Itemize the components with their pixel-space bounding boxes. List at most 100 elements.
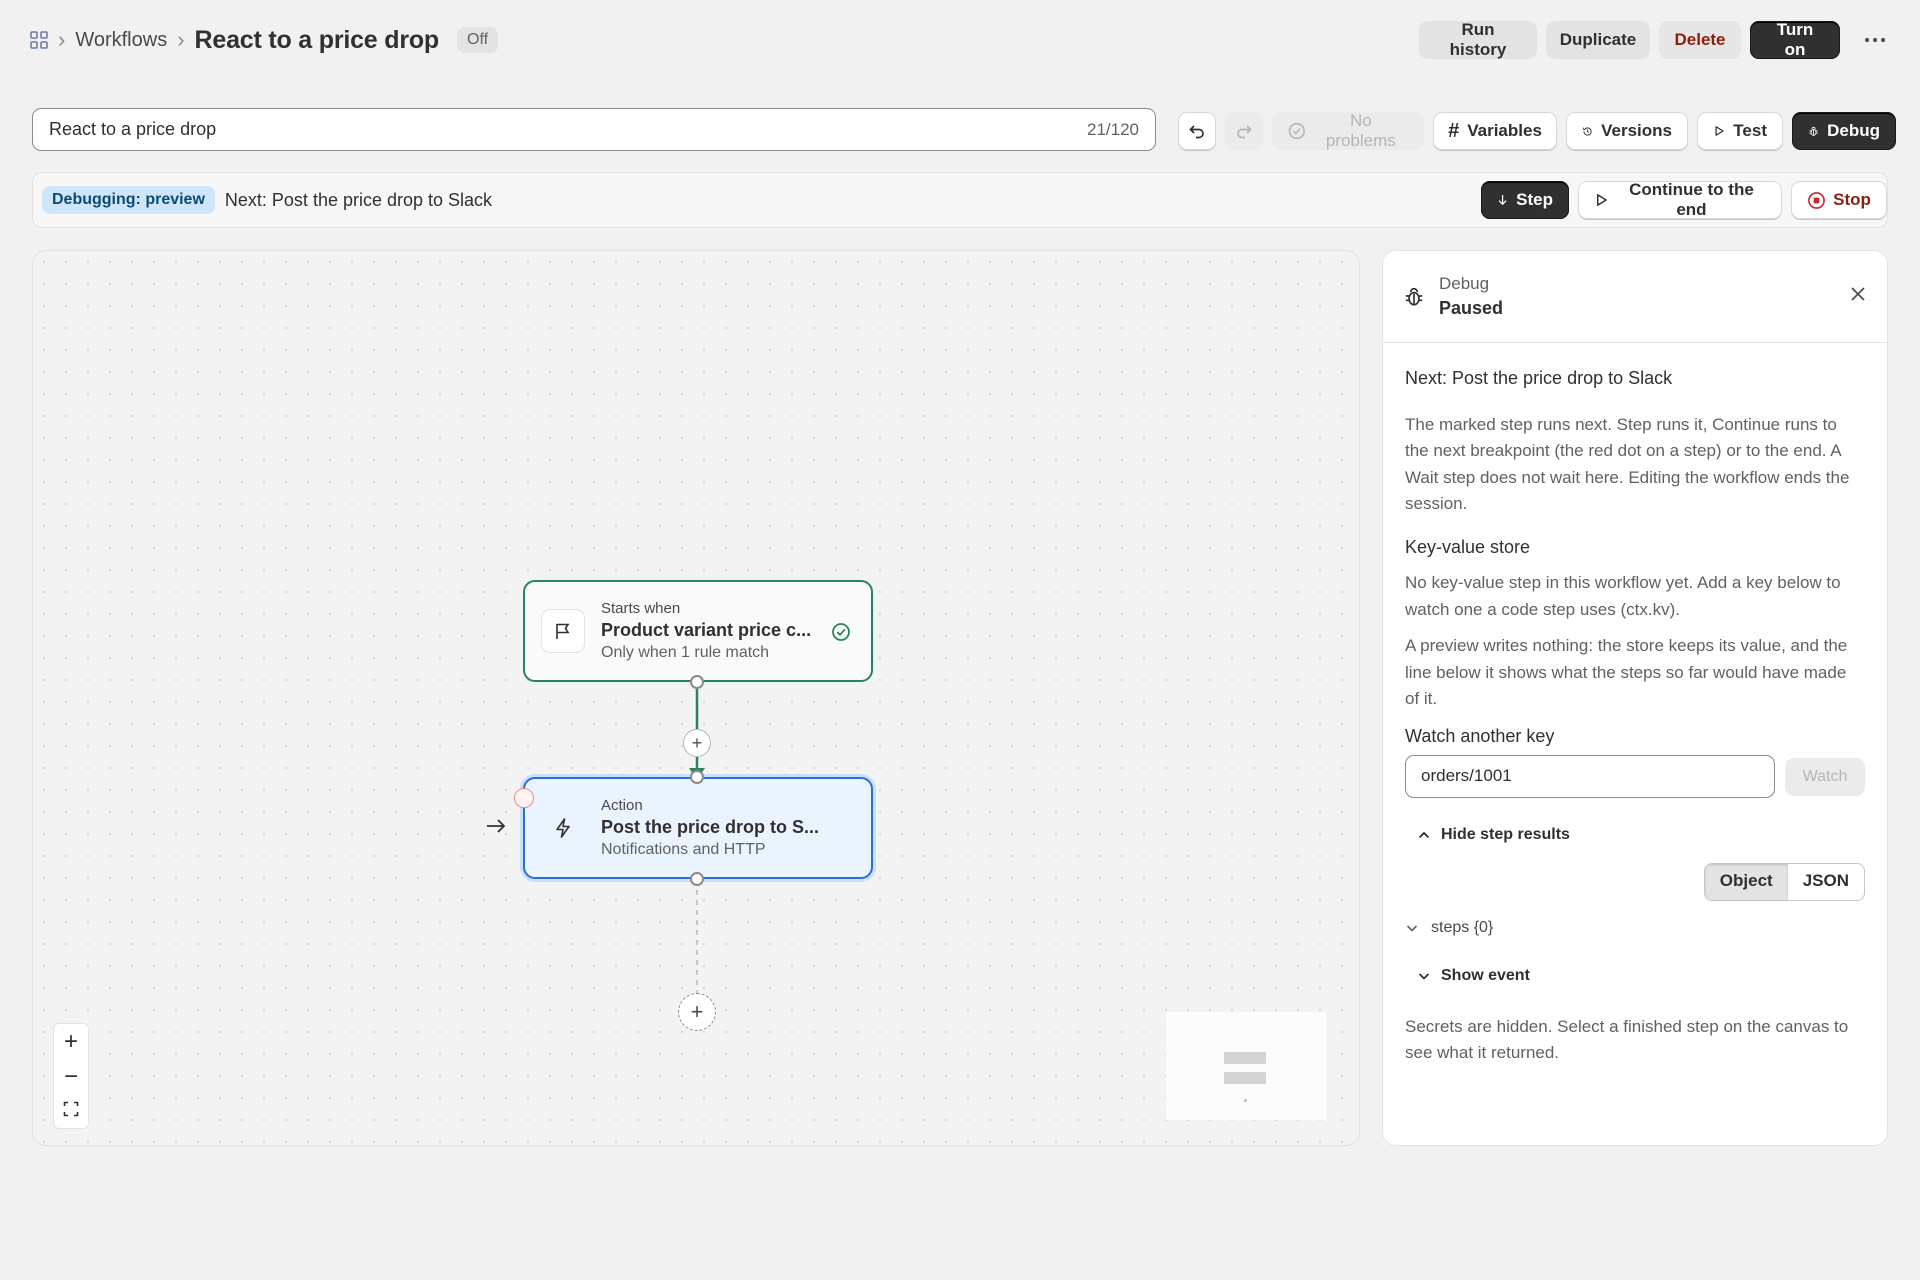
minimap[interactable] bbox=[1166, 1012, 1326, 1120]
plus-icon: + bbox=[691, 732, 703, 753]
arrow-down-icon bbox=[1498, 195, 1507, 206]
watch-button[interactable]: Watch bbox=[1785, 757, 1865, 796]
duplicate-button[interactable]: Duplicate bbox=[1546, 21, 1650, 59]
steps-tree-node[interactable]: steps {0} bbox=[1405, 915, 1865, 942]
play-icon bbox=[1596, 194, 1607, 206]
panel-explanation: The marked step runs next. Step runs it,… bbox=[1405, 414, 1850, 514]
object-view-tab[interactable]: Object bbox=[1704, 863, 1788, 900]
show-event-label: Show event bbox=[1441, 967, 1530, 984]
workflow-canvas[interactable]: Starts when Product variant price c... O… bbox=[32, 250, 1360, 1146]
kv-preview-text: A preview writes nothing: the store keep… bbox=[1405, 636, 1848, 708]
turn-on-button[interactable]: Turn on bbox=[1750, 20, 1840, 59]
step-button[interactable]: Step bbox=[1481, 181, 1569, 219]
flag-icon bbox=[541, 609, 585, 653]
close-panel-button[interactable] bbox=[1849, 285, 1867, 308]
continue-label: Continue to the end bbox=[1629, 180, 1754, 219]
panel-footer-note: Secrets are hidden. Select a finished st… bbox=[1405, 1016, 1849, 1063]
character-count: 21/120 bbox=[1087, 119, 1139, 139]
action-kicker: Action bbox=[601, 797, 643, 814]
watch-key-input[interactable]: orders/1001 bbox=[1405, 755, 1775, 798]
variables-button[interactable]: # Variables bbox=[1433, 112, 1557, 150]
next-step-text: Next: Post the price drop to Slack bbox=[224, 189, 493, 210]
stop-button[interactable]: Stop bbox=[1791, 181, 1887, 219]
success-check-icon bbox=[831, 622, 851, 647]
page-title: React to a price drop bbox=[194, 25, 440, 54]
chevron-down-icon bbox=[1418, 973, 1430, 981]
debug-controls: Step Continue to the end Stop bbox=[1481, 180, 1887, 219]
debug-button[interactable]: Debug bbox=[1792, 112, 1896, 150]
play-icon bbox=[1715, 126, 1724, 136]
steps-tree-label: steps {0} bbox=[1431, 918, 1494, 936]
trigger-title: Product variant price c... bbox=[601, 620, 812, 640]
debug-status: Paused bbox=[1439, 298, 1504, 318]
json-view-tab[interactable]: JSON bbox=[1788, 864, 1864, 900]
hash-icon: # bbox=[1448, 119, 1460, 142]
zoom-in-button[interactable]: + bbox=[64, 1029, 78, 1054]
bug-icon bbox=[1405, 287, 1423, 306]
workflows-app-icon[interactable] bbox=[30, 31, 48, 49]
ellipsis-icon bbox=[1865, 38, 1885, 42]
panel-label: Debug bbox=[1439, 274, 1490, 293]
show-event-toggle[interactable]: Show event bbox=[1417, 963, 1865, 990]
action-node[interactable]: Action Post the price drop to S... Notif… bbox=[523, 777, 873, 879]
lightning-icon bbox=[541, 806, 585, 850]
trigger-output-port[interactable] bbox=[690, 675, 704, 689]
fit-view-button[interactable] bbox=[63, 1101, 79, 1122]
chevron-up-icon bbox=[1418, 831, 1430, 839]
undo-icon bbox=[1189, 125, 1204, 139]
delete-button[interactable]: Delete bbox=[1659, 21, 1741, 59]
breakpoint-dot[interactable] bbox=[514, 788, 534, 808]
trigger-subtitle: Only when 1 rule match bbox=[601, 644, 770, 661]
status-badge: Off bbox=[457, 27, 499, 53]
zoom-controls: + − bbox=[53, 1023, 89, 1129]
history-icon bbox=[1583, 126, 1592, 136]
check-circle-icon bbox=[1288, 122, 1305, 140]
no-problems-button[interactable]: No problems bbox=[1272, 111, 1424, 150]
variables-label: Variables bbox=[1467, 121, 1542, 140]
kv-heading: Key-value store bbox=[1405, 536, 1531, 557]
stop-label: Stop bbox=[1833, 190, 1871, 209]
watch-label: Watch another key bbox=[1405, 725, 1555, 746]
redo-button[interactable] bbox=[1225, 112, 1263, 150]
trigger-node[interactable]: Starts when Product variant price c... O… bbox=[523, 580, 873, 682]
action-title: Post the price drop to S... bbox=[601, 817, 820, 837]
step-label: Step bbox=[1516, 190, 1553, 209]
hide-step-results-label: Hide step results bbox=[1441, 826, 1570, 843]
chevron-right-icon: › bbox=[177, 27, 185, 52]
run-history-button[interactable]: Run history bbox=[1419, 20, 1537, 59]
test-button[interactable]: Test bbox=[1697, 112, 1783, 150]
add-step-button[interactable]: + bbox=[683, 729, 711, 757]
chevron-down-icon bbox=[1406, 925, 1418, 932]
workflow-name-input[interactable]: React to a price drop 21/120 bbox=[32, 108, 1156, 151]
add-final-step-button[interactable]: + bbox=[678, 993, 716, 1031]
current-step-arrow-icon bbox=[485, 817, 507, 840]
breadcrumb-workflows-link[interactable]: Workflows bbox=[75, 29, 167, 52]
versions-label: Versions bbox=[1601, 121, 1672, 140]
versions-button[interactable]: Versions bbox=[1566, 112, 1688, 150]
debug-panel-body: Next: Post the price drop to Slack The m… bbox=[1383, 343, 1887, 1089]
hide-step-results-toggle[interactable]: Hide step results bbox=[1417, 822, 1865, 849]
view-mode-toggle: Object JSON bbox=[1703, 862, 1865, 901]
kv-empty-text: No key-value step in this workflow yet. … bbox=[1405, 573, 1841, 619]
debug-mode-badge: Debugging: preview bbox=[42, 186, 215, 214]
fit-view-icon bbox=[63, 1101, 79, 1117]
undo-button[interactable] bbox=[1178, 112, 1216, 150]
action-output-port[interactable] bbox=[690, 872, 704, 886]
test-label: Test bbox=[1733, 121, 1767, 140]
editor-toolbar: No problems # Variables Versions Test De… bbox=[1178, 111, 1896, 150]
zoom-out-button[interactable]: − bbox=[64, 1065, 78, 1089]
action-subtitle: Notifications and HTTP bbox=[601, 841, 766, 858]
debug-label: Debug bbox=[1827, 121, 1880, 140]
bug-icon bbox=[1809, 126, 1818, 136]
chevron-right-icon: › bbox=[58, 27, 66, 52]
panel-next-step: Next: Post the price drop to Slack bbox=[1405, 368, 1673, 388]
redo-icon bbox=[1237, 125, 1252, 139]
workflow-name-value: React to a price drop bbox=[49, 119, 217, 139]
continue-button[interactable]: Continue to the end bbox=[1578, 180, 1782, 219]
breadcrumb: › Workflows › React to a price drop Off bbox=[58, 24, 499, 56]
plus-icon: + bbox=[690, 999, 704, 1024]
debug-panel-header: Debug Paused bbox=[1383, 251, 1887, 343]
action-input-port[interactable] bbox=[690, 770, 704, 784]
debug-panel: Debug Paused Next: Post the price drop t… bbox=[1382, 250, 1888, 1146]
more-actions-button[interactable] bbox=[1860, 26, 1890, 54]
